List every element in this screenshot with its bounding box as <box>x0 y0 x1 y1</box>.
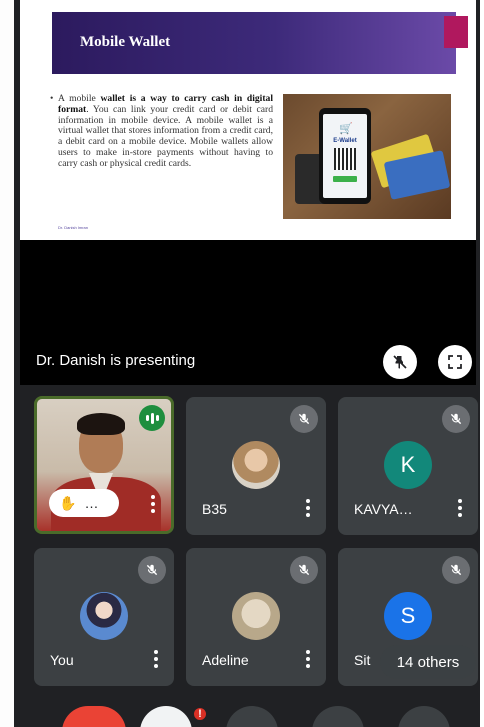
hand-icon: ✋ <box>59 494 77 511</box>
more-options-icon[interactable] <box>151 495 155 513</box>
mic-off-icon <box>442 556 470 584</box>
slide: Mobile Wallet • A mobile wallet is a way… <box>20 0 476 240</box>
chat-button[interactable] <box>140 706 192 727</box>
slide-header: Mobile Wallet <box>52 12 468 74</box>
hand-pill-label: … <box>84 495 99 511</box>
screen-right-edge <box>480 0 482 727</box>
more-options-icon[interactable] <box>154 650 158 668</box>
slide-footer: Dr. Danish Imran <box>58 225 89 230</box>
avatar: K <box>384 441 432 489</box>
slide-bullet: • <box>50 93 54 104</box>
mic-off-icon <box>442 405 470 433</box>
participant-name: Adeline <box>202 652 249 668</box>
qr-code-icon <box>334 148 356 170</box>
ewallet-illustration: 🛒 E-Wallet <box>283 94 451 219</box>
camera-button[interactable] <box>226 706 278 727</box>
end-call-button[interactable] <box>62 706 126 727</box>
phone-illustration: 🛒 E-Wallet <box>319 108 371 204</box>
fullscreen-button[interactable] <box>438 345 472 379</box>
avatar <box>232 592 280 640</box>
participant-tile-video[interactable]: ✋ … <box>34 396 174 534</box>
fullscreen-icon <box>448 355 462 369</box>
participant-name: You <box>50 652 74 668</box>
more-options-icon[interactable] <box>306 499 310 517</box>
participant-name: B35 <box>202 501 227 517</box>
pay-button-graphic <box>333 176 357 182</box>
avatar <box>80 592 128 640</box>
more-options-icon[interactable] <box>306 650 310 668</box>
slide-title: Mobile Wallet <box>80 34 171 50</box>
avatar: S <box>384 592 432 640</box>
mic-button[interactable] <box>312 706 364 727</box>
mic-off-icon <box>290 556 318 584</box>
slide-text-rest: . You can link your credit card or debit… <box>58 103 273 169</box>
raise-hand-pill[interactable]: ✋ … <box>49 489 119 517</box>
phone-screen: 🛒 E-Wallet <box>323 114 367 198</box>
participant-name: KAVYA… <box>354 501 413 517</box>
ewallet-label: E-Wallet <box>333 138 357 144</box>
cart-icon: 🛒 <box>339 123 353 135</box>
slide-text-lead: A mobile <box>58 93 101 104</box>
participant-tile[interactable]: K KAVYA… <box>338 397 478 535</box>
more-options-icon[interactable] <box>458 499 462 517</box>
meet-screen: Mobile Wallet • A mobile wallet is a way… <box>14 0 482 727</box>
participant-name: Sit <box>354 652 371 668</box>
speaking-indicator-icon <box>139 405 165 431</box>
slide-body: • A mobile wallet is a way to carry cash… <box>50 93 273 170</box>
more-button[interactable] <box>398 706 450 727</box>
mic-off-icon <box>290 405 318 433</box>
notification-badge: ! <box>192 706 208 722</box>
slide-accent <box>444 16 468 48</box>
mic-off-icon <box>138 556 166 584</box>
screen-left-edge <box>0 0 14 727</box>
others-count-pill[interactable]: 14 others <box>380 645 476 679</box>
participant-tile-self[interactable]: You <box>34 548 174 686</box>
participant-tile[interactable]: Adeline <box>186 548 326 686</box>
unpin-button[interactable] <box>383 345 417 379</box>
presentation-stage[interactable]: Mobile Wallet • A mobile wallet is a way… <box>20 0 476 385</box>
unpin-icon <box>393 355 407 369</box>
participant-tile[interactable]: B35 <box>186 397 326 535</box>
avatar <box>232 441 280 489</box>
presenting-status: Dr. Danish is presenting <box>36 352 196 369</box>
video-hair <box>77 413 125 435</box>
